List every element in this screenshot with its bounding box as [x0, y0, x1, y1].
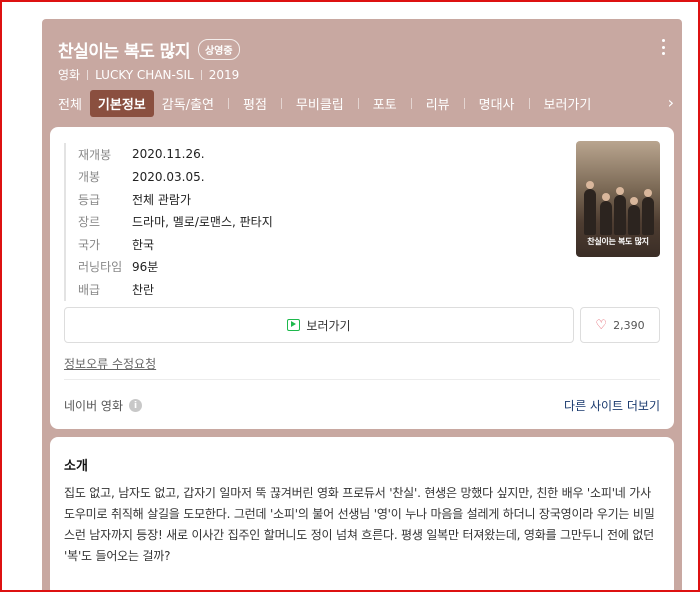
info-value: 드라마, 멜로/로맨스, 판타지 [132, 215, 273, 230]
movie-subtitle: 영화 LUCKY CHAN-SIL 2019 [58, 66, 239, 83]
english-title: LUCKY CHAN-SIL [95, 67, 194, 82]
more-options-icon[interactable] [662, 39, 666, 55]
poster-title-text: 찬실이는 복도 많지 [587, 237, 649, 246]
info-row-distributor: 배급 찬란 [78, 278, 273, 301]
play-icon [287, 319, 301, 331]
tab-photo[interactable]: 포토 [365, 90, 405, 117]
info-value: 한국 [132, 237, 155, 252]
tab-review[interactable]: 리뷰 [418, 90, 458, 117]
info-row-runtime: 러닝타임 96분 [78, 256, 273, 279]
title-row: 찬실이는 복도 많지 상영중 [58, 37, 240, 62]
tab-cast[interactable]: 감독/출연 [154, 90, 222, 117]
info-value: 찬란 [132, 282, 155, 297]
tab-basic-info[interactable]: 기본정보 [89, 89, 154, 117]
tab-bar: 전체 기본정보 감독/출연 평점 무비클립 포토 리뷰 명대사 보러가기 › [50, 89, 674, 117]
info-value: 전체 관람가 [132, 192, 192, 207]
info-key: 개봉 [78, 170, 101, 185]
tab-quotes[interactable]: 명대사 [471, 90, 523, 117]
tab-rating[interactable]: 평점 [235, 90, 275, 117]
info-key: 러닝타임 [78, 260, 123, 275]
info-row-rating: 등급 전체 관람가 [78, 188, 273, 211]
source-name: 네이버 영화 [64, 399, 124, 413]
movie-panel: 찬실이는 복도 많지 상영중 영화 LUCKY CHAN-SIL 2019 전체… [42, 19, 682, 592]
info-row-country: 국가 한국 [78, 233, 273, 256]
info-key: 배급 [78, 282, 101, 297]
info-key: 장르 [78, 215, 101, 230]
watch-button-label: 보러가기 [306, 318, 351, 333]
source-label: 네이버 영화 i [64, 397, 143, 414]
info-key: 재개봉 [78, 147, 112, 162]
movie-poster[interactable]: 찬실이는 복도 많지 [576, 141, 660, 257]
other-sites-link[interactable]: 다른 사이트 더보기 [564, 397, 660, 414]
watch-button[interactable]: 보러가기 [64, 307, 574, 343]
like-button[interactable]: ♡ 2,390 [580, 307, 660, 343]
info-value: 96분 [132, 260, 159, 275]
intro-title: 소개 [64, 459, 88, 474]
info-value: 2020.11.26. [132, 147, 205, 162]
info-key: 등급 [78, 192, 101, 207]
basic-info-card: 재개봉 2020.11.26. 개봉 2020.03.05. 등급 전체 관람가… [50, 127, 674, 429]
info-value: 2020.03.05. [132, 169, 205, 184]
tab-movie-clip[interactable]: 무비클립 [288, 90, 352, 117]
category-label: 영화 [58, 68, 81, 82]
tab-all[interactable]: 전체 [50, 90, 90, 117]
intro-text: 집도 없고, 남자도 없고, 갑자기 일마저 뚝 끊겨버린 영화 프로듀서 '찬… [64, 486, 655, 563]
info-icon[interactable]: i [129, 399, 143, 412]
release-year: 2019 [208, 67, 240, 82]
tab-watch[interactable]: 보러가기 [536, 90, 600, 117]
info-row-release: 개봉 2020.03.05. [78, 166, 273, 189]
divider [64, 379, 660, 380]
chevron-right-icon[interactable]: › [668, 93, 674, 112]
info-row-rerelease: 재개봉 2020.11.26. [78, 143, 273, 166]
status-badge: 상영중 [197, 39, 240, 60]
intro-card: 소개 집도 없고, 남자도 없고, 갑자기 일마저 뚝 끊겨버린 영화 프로듀서… [50, 437, 674, 592]
heart-icon: ♡ [595, 317, 608, 333]
movie-title[interactable]: 찬실이는 복도 많지 [58, 37, 190, 62]
info-row-genre: 장르 드라마, 멜로/로맨스, 판타지 [78, 211, 273, 234]
like-count: 2,390 [613, 318, 645, 332]
info-table: 재개봉 2020.11.26. 개봉 2020.03.05. 등급 전체 관람가… [64, 143, 273, 301]
info-key: 국가 [78, 237, 101, 252]
report-error-link[interactable]: 정보오류 수정요청 [64, 355, 156, 372]
